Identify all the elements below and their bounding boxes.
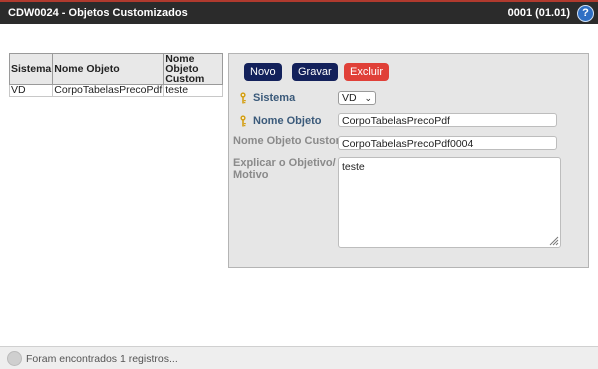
column-header-nome-objeto-custom[interactable]: Nome Objeto Custom <box>163 53 223 85</box>
novo-button[interactable]: Novo <box>244 63 282 81</box>
explicar-objetivo-label: Explicar o Objetivo/ <box>233 157 336 169</box>
nome-objeto-custom-label: Nome Objeto Custom <box>233 135 346 147</box>
nome-objeto-field[interactable]: CorpoTabelasPrecoPdf <box>338 113 557 127</box>
sistema-select[interactable]: VD ⌄ <box>338 91 376 105</box>
resize-grip-icon[interactable] <box>549 236 559 246</box>
loading-spinner-icon <box>7 351 22 366</box>
version-label: 0001 (01.01) <box>507 7 570 19</box>
key-icon <box>240 92 246 104</box>
table-row[interactable]: VD CorpoTabelasPrecoPdf teste <box>8 84 223 97</box>
status-bar: Foram encontrados 1 registros... <box>0 346 598 369</box>
records-grid: Sistema Nome Objeto Nome Objeto Custom V… <box>8 53 223 97</box>
cell-sistema[interactable]: VD <box>8 84 54 97</box>
gravar-button[interactable]: Gravar <box>292 63 338 81</box>
help-icon[interactable]: ? <box>577 5 594 22</box>
key-icon <box>240 115 246 127</box>
explicar-motivo-label: Motivo <box>233 169 269 181</box>
explicar-objetivo-value: teste <box>342 161 365 173</box>
edit-panel: Novo Gravar Excluir Sistema VD ⌄ Nome Ob… <box>228 53 589 268</box>
window-title: CDW0024 - Objetos Customizados <box>8 7 188 19</box>
cell-nome-objeto-custom[interactable]: teste <box>163 84 223 97</box>
chevron-down-icon: ⌄ <box>364 93 372 103</box>
grid-header-row: Sistema Nome Objeto Nome Objeto Custom <box>8 53 223 85</box>
excluir-button[interactable]: Excluir <box>344 63 390 81</box>
sistema-selected-value: VD <box>342 92 357 104</box>
column-header-nome-objeto[interactable]: Nome Objeto <box>52 53 165 85</box>
cell-nome-objeto[interactable]: CorpoTabelasPrecoPdf <box>52 84 165 97</box>
explicar-objetivo-textarea[interactable]: teste <box>338 157 561 248</box>
status-message: Foram encontrados 1 registros... <box>26 353 178 365</box>
column-header-sistema[interactable]: Sistema <box>8 53 54 85</box>
nome-objeto-label: Nome Objeto <box>253 115 322 127</box>
sistema-label: Sistema <box>253 92 296 104</box>
nome-objeto-custom-field[interactable]: CorpoTabelasPrecoPdf0004 <box>338 136 557 150</box>
title-bar: CDW0024 - Objetos Customizados 0001 (01.… <box>0 0 598 24</box>
